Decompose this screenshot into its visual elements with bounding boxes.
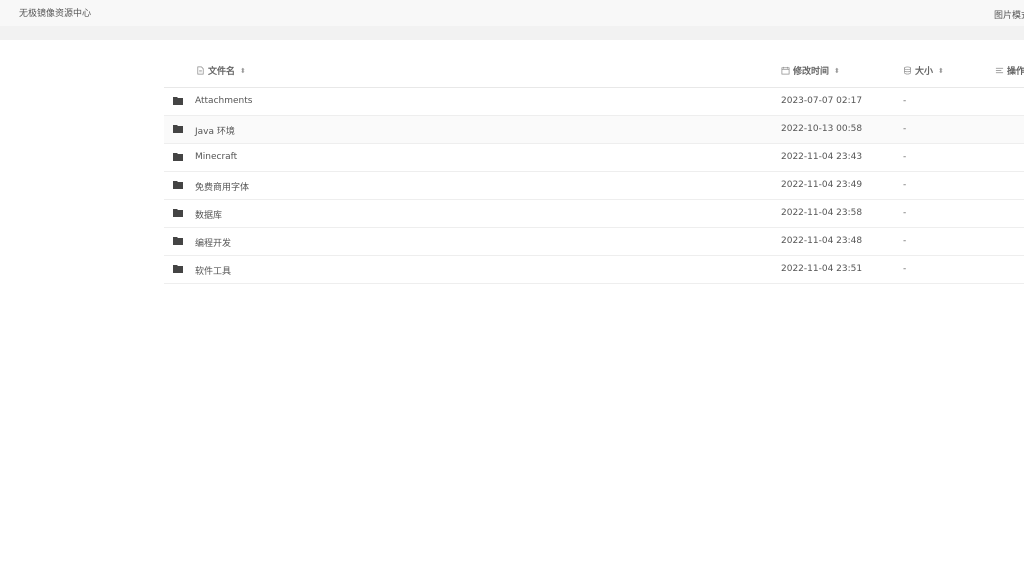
column-header-action: 操作 [995,64,1024,77]
table-row[interactable]: 编程开发 2022-11-04 23:48 - [164,228,1024,256]
column-header-modified[interactable]: 修改时间 ⬍ [781,64,840,77]
file-name-link[interactable]: 数据库 [195,208,222,221]
column-label-action: 操作 [1007,67,1024,77]
file-name-link[interactable]: 免费商用字体 [195,180,249,193]
column-label-modified: 修改时间 [793,67,830,77]
breadcrumb-bar [0,26,1024,40]
file-size: - [903,208,907,218]
table-row[interactable]: Attachments 2023-07-07 02:17 - [164,88,1024,116]
modified-time: 2022-11-04 23:48 [781,236,863,246]
sort-icon[interactable]: ⬍ [834,67,840,75]
sort-icon[interactable]: ⬍ [240,67,246,75]
modified-time: 2022-11-04 23:51 [781,264,863,274]
calendar-icon [781,66,790,75]
table-header: 文件名 ⬍ 修改时间 ⬍ 大小 ⬍ 操作 [164,56,1024,88]
file-size: - [903,96,907,106]
file-name-link[interactable]: Minecraft [195,152,237,162]
table-row[interactable]: 数据库 2022-11-04 23:58 - [164,200,1024,228]
image-mode-link[interactable]: 图片模式 [994,8,1024,21]
file-size: - [903,124,907,134]
file-size: - [903,264,907,274]
file-name-link[interactable]: Attachments [195,96,252,106]
modified-time: 2022-11-04 23:58 [781,208,863,218]
column-label-name: 文件名 [208,67,236,77]
list-icon [995,67,1004,74]
file-name-link[interactable]: Java 环境 [195,124,235,137]
modified-time: 2022-10-13 00:58 [781,124,863,134]
top-bar: 无极镜像资源中心 图片模式 [0,0,1024,26]
file-size: - [903,180,907,190]
column-header-name[interactable]: 文件名 ⬍ [196,64,246,77]
sort-icon[interactable]: ⬍ [938,67,944,75]
file-size: - [903,236,907,246]
table-row[interactable]: 免费商用字体 2022-11-04 23:49 - [164,172,1024,200]
table-row[interactable]: 软件工具 2022-11-04 23:51 - [164,256,1024,284]
folder-icon [173,265,183,273]
site-title[interactable]: 无极镜像资源中心 [19,6,91,19]
column-label-size: 大小 [915,67,934,77]
table-row[interactable]: Java 环境 2022-10-13 00:58 - [164,116,1024,144]
file-icon [197,66,204,75]
folder-icon [173,209,183,217]
folder-icon [173,153,183,161]
modified-time: 2022-11-04 23:49 [781,180,863,190]
file-table: 文件名 ⬍ 修改时间 ⬍ 大小 ⬍ 操作 Attachments 2023-07… [164,56,1024,284]
table-row[interactable]: Minecraft 2022-11-04 23:43 - [164,144,1024,172]
file-name-link[interactable]: 编程开发 [195,236,231,249]
folder-icon [173,125,183,133]
file-size: - [903,152,907,162]
column-header-size[interactable]: 大小 ⬍ [903,64,944,77]
modified-time: 2023-07-07 02:17 [781,96,863,106]
database-icon [904,66,911,75]
folder-icon [173,237,183,245]
folder-icon [173,181,183,189]
modified-time: 2022-11-04 23:43 [781,152,863,162]
file-name-link[interactable]: 软件工具 [195,264,231,277]
folder-icon [173,97,183,105]
